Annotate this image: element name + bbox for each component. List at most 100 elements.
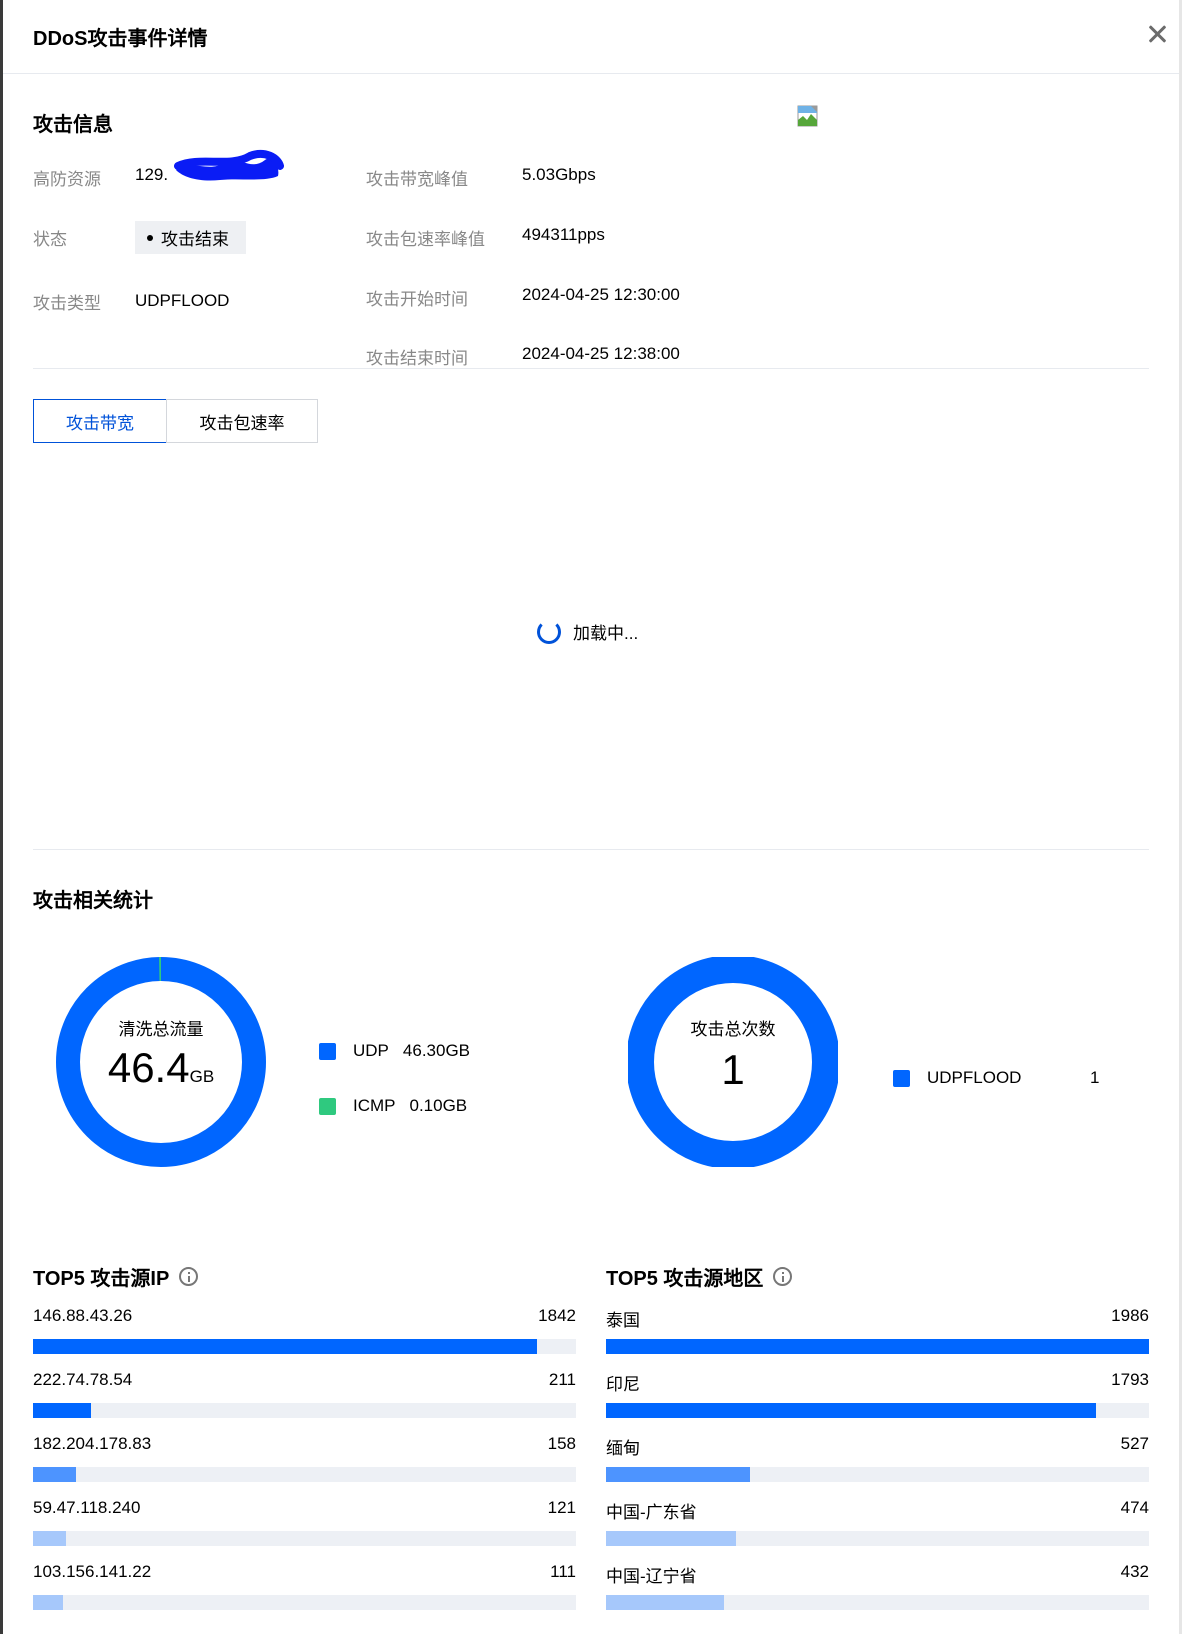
broken-image-icon	[797, 105, 818, 127]
window-edge-left	[0, 0, 3, 1634]
bw-peak-value: 5.03Gbps	[522, 165, 596, 184]
traffic-unit: GB	[189, 1067, 215, 1086]
top-region-title-text: TOP5 攻击源地区	[606, 1268, 764, 1290]
region-bar-fill	[606, 1339, 1149, 1354]
top-ip-title: TOP5 攻击源IP	[33, 1262, 199, 1291]
ip-bar-fill	[33, 1595, 64, 1610]
ip-count: 121	[547, 1498, 576, 1517]
start-time-label: 攻击开始时间	[366, 290, 468, 309]
ip-row: 103.156.141.22 111	[33, 1562, 576, 1622]
ip-bar-fill	[33, 1531, 67, 1546]
region-bar-track	[606, 1467, 1149, 1482]
tab-attack-pps[interactable]: 攻击包速率	[166, 399, 318, 443]
status-badge: 攻击结束	[135, 221, 246, 254]
region-count: 432	[1120, 1562, 1149, 1581]
region-bar-fill	[606, 1595, 725, 1610]
region-name: 泰国	[606, 1311, 640, 1330]
ip-row: 222.74.78.54 211	[33, 1370, 576, 1430]
region-name: 缅甸	[606, 1439, 640, 1458]
start-time-value: 2024-04-25 12:30:00	[522, 285, 680, 304]
chart-loading: 加载中...	[537, 619, 638, 644]
ip-name: 146.88.43.26	[33, 1306, 133, 1325]
ip-row: 146.88.43.26 1842	[33, 1306, 576, 1366]
region-bar-fill	[606, 1531, 736, 1546]
end-time-label: 攻击结束时间	[366, 349, 468, 368]
count-big-number: 1	[721, 1046, 745, 1093]
ip-count: 211	[548, 1370, 576, 1389]
ip-count: 158	[547, 1434, 576, 1453]
region-name: 中国-辽宁省	[606, 1567, 697, 1586]
region-bar-track	[606, 1339, 1149, 1354]
legend-icmp-swatch	[319, 1097, 336, 1115]
end-time-value: 2024-04-25 12:38:00	[522, 344, 680, 363]
region-name: 中国-广东省	[606, 1503, 697, 1522]
ip-name: 103.156.141.22	[33, 1562, 152, 1581]
legend-udpflood: UDPFLOOD	[893, 1068, 1021, 1088]
region-count: 474	[1120, 1498, 1149, 1517]
divider	[33, 849, 1149, 850]
legend-icmp: ICMP 0.10GB	[319, 1096, 467, 1116]
region-bar-fill	[606, 1403, 1097, 1418]
status-dot-icon	[147, 234, 153, 241]
region-row: 中国-广东省 474	[606, 1498, 1149, 1558]
loading-spinner-icon	[537, 619, 561, 644]
legend-udp: UDP 46.30GB	[319, 1041, 470, 1061]
legend-udp-name: UDP	[353, 1041, 389, 1060]
ip-bar-track	[33, 1403, 576, 1418]
region-row: 印尼 1793	[606, 1370, 1149, 1430]
traffic-center-label: 清洗总流量	[118, 1020, 204, 1039]
stats-title: 攻击相关统计	[33, 890, 153, 912]
resource-label: 高防资源	[33, 170, 101, 189]
top-region-title: TOP5 攻击源地区	[606, 1262, 793, 1291]
redaction-scribble	[174, 149, 284, 181]
ip-bar-track	[33, 1531, 576, 1546]
region-bar-track	[606, 1595, 1149, 1610]
ip-row: 182.204.178.83 158	[33, 1434, 576, 1494]
attack-type-label: 攻击类型	[33, 294, 101, 313]
info-icon[interactable]	[179, 1267, 199, 1286]
attack-type-value: UDPFLOOD	[135, 291, 230, 310]
ip-bar-fill	[33, 1339, 537, 1354]
traffic-total-value: 46.4GB	[81, 1044, 241, 1092]
ip-count: 1842	[538, 1306, 576, 1325]
legend-icmp-value: 0.10GB	[409, 1096, 468, 1115]
bw-peak-label: 攻击带宽峰值	[366, 170, 468, 189]
traffic-big-number: 46.4	[107, 1044, 190, 1091]
divider	[33, 368, 1149, 369]
info-icon[interactable]	[773, 1267, 793, 1286]
loading-text: 加载中...	[573, 624, 639, 643]
ip-bar-track	[33, 1595, 576, 1610]
region-row: 中国-辽宁省 432	[606, 1562, 1149, 1622]
legend-udp-swatch	[319, 1042, 336, 1060]
legend-udpflood-value: 1	[1090, 1068, 1100, 1087]
pps-peak-label: 攻击包速率峰值	[366, 230, 485, 249]
pps-peak-value: 494311pps	[522, 225, 605, 244]
region-count: 1986	[1111, 1306, 1149, 1325]
ip-row: 59.47.118.240 121	[33, 1498, 576, 1558]
status-label: 状态	[33, 230, 67, 249]
resource-value: 129.	[135, 165, 169, 184]
ip-name: 222.74.78.54	[33, 1370, 133, 1389]
region-count: 1793	[1111, 1370, 1149, 1389]
dialog-header: DDoS攻击事件详情	[3, 0, 1179, 74]
ip-count: 111	[550, 1562, 576, 1581]
legend-udpflood-name: UDPFLOOD	[927, 1068, 1022, 1087]
region-bar-fill	[606, 1467, 751, 1482]
region-bar-track	[606, 1403, 1149, 1418]
close-icon[interactable]	[1145, 22, 1169, 46]
dialog-title: DDoS攻击事件详情	[33, 28, 208, 50]
ip-bar-fill	[33, 1467, 77, 1482]
region-row: 缅甸 527	[606, 1434, 1149, 1494]
ip-name: 59.47.118.240	[33, 1498, 141, 1517]
attack-info-title: 攻击信息	[33, 114, 113, 136]
ip-bar-fill	[33, 1403, 91, 1418]
region-name: 印尼	[606, 1375, 640, 1394]
tab-attack-bandwidth[interactable]: 攻击带宽	[33, 399, 167, 443]
legend-udpflood-swatch	[893, 1069, 910, 1087]
status-badge-text: 攻击结束	[161, 230, 229, 249]
region-count: 527	[1120, 1434, 1149, 1453]
legend-icmp-name: ICMP	[353, 1096, 396, 1115]
legend-udp-value: 46.30GB	[402, 1041, 471, 1060]
count-center-label: 攻击总次数	[690, 1020, 776, 1039]
top-ip-title-text: TOP5 攻击源IP	[33, 1268, 170, 1290]
